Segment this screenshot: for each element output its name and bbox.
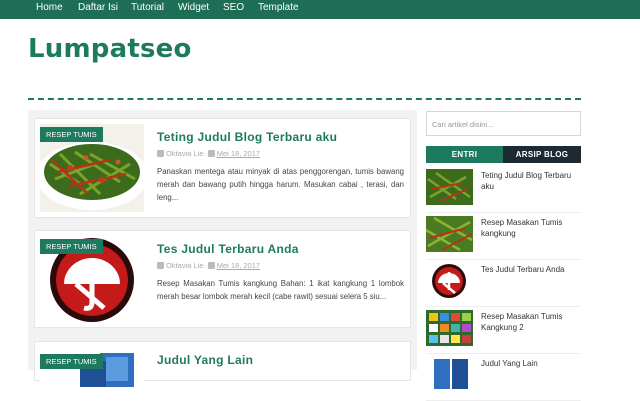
post-list: RESEP TUMIS Teting Judul Blog Terbaru ak… — [28, 110, 417, 387]
sidebar-post-item[interactable]: Tes Judul Terbaru Anda — [426, 263, 581, 307]
red-antivirus-logo-image — [426, 263, 473, 299]
nav-item-home[interactable]: Home — [36, 2, 63, 13]
sidebar-post-item[interactable]: Resep Masakan Tumis Kangkung 2 — [426, 310, 581, 354]
sidebar-thumbnail[interactable] — [426, 169, 473, 205]
post-snippet: Resep Masakan Tumis kangkung Bahan: 1 ik… — [157, 279, 404, 301]
sidebar-post-title[interactable]: Judul Yang Lain — [481, 358, 581, 369]
nav-item-widget[interactable]: Widget — [178, 2, 209, 13]
tab-arsip-blog[interactable]: ARSIP BLOG — [503, 146, 581, 163]
sidebar-thumbnail[interactable] — [426, 357, 473, 393]
post-author[interactable]: Oktavia Lie — [166, 261, 204, 270]
blue-boxes-image — [426, 357, 473, 393]
sidebar-post-title[interactable]: Teting Judul Blog Terbaru aku — [481, 170, 581, 192]
nav-item-daftar-isi[interactable]: Daftar Isi — [78, 2, 118, 13]
post-title[interactable]: Tes Judul Terbaru Anda — [157, 242, 299, 256]
user-icon — [157, 262, 164, 269]
category-label[interactable]: RESEP TUMIS — [40, 239, 103, 254]
user-icon — [157, 150, 164, 157]
post-snippet: Panaskan mentega atau minyak di atas pen… — [157, 167, 404, 202]
nav-item-seo[interactable]: SEO — [223, 2, 244, 13]
post-card: RESEP TUMIS Tes Judul Terbaru Anda Oktav… — [34, 230, 411, 328]
tab-entri[interactable]: ENTRI — [426, 146, 503, 163]
nav-item-template[interactable]: Template — [258, 2, 299, 13]
sidebar-post-title[interactable]: Resep Masakan Tumis Kangkung 2 — [481, 311, 581, 333]
category-label[interactable]: RESEP TUMIS — [40, 127, 103, 142]
blog-title[interactable]: Lumpatseo — [28, 34, 192, 64]
sidebar-post-title[interactable]: Resep Masakan Tumis kangkung — [481, 217, 581, 239]
sidebar-thumbnail[interactable] — [426, 216, 473, 252]
header-divider — [28, 98, 581, 100]
sidebar-post-item[interactable]: Resep Masakan Tumis kangkung — [426, 216, 581, 260]
category-label[interactable]: RESEP TUMIS — [40, 354, 103, 369]
calendar-icon — [207, 150, 215, 157]
post-card: RESEP TUMIS Judul Yang Lain — [34, 341, 411, 387]
post-meta: Oktavia Lie Mei 18, 2017 — [157, 149, 260, 158]
sidebar-thumbnail[interactable] — [426, 263, 473, 299]
post-card: RESEP TUMIS Teting Judul Blog Terbaru ak… — [34, 118, 411, 218]
sidebar-post-item[interactable]: Judul Yang Lain — [426, 357, 581, 401]
sidebar-post-title[interactable]: Tes Judul Terbaru Anda — [481, 264, 581, 275]
app-icons-screen-image — [426, 310, 473, 346]
post-date[interactable]: Mei 18, 2017 — [217, 261, 260, 270]
post-meta: Oktavia Lie Mei 18, 2017 — [157, 261, 260, 270]
calendar-icon — [207, 262, 215, 269]
post-date[interactable]: Mei 18, 2017 — [217, 149, 260, 158]
post-title[interactable]: Teting Judul Blog Terbaru aku — [157, 130, 337, 144]
top-navigation: Home Daftar Isi Tutorial Widget SEO Temp… — [0, 0, 640, 19]
post-author[interactable]: Oktavia Lie — [166, 149, 204, 158]
sidebar-post-item[interactable]: Teting Judul Blog Terbaru aku — [426, 169, 581, 213]
stir-fried-kangkung-image — [426, 169, 473, 205]
sidebar-thumbnail[interactable] — [426, 310, 473, 346]
search-input[interactable]: Cari artikel disini... — [426, 111, 581, 136]
nav-item-tutorial[interactable]: Tutorial — [131, 2, 164, 13]
stir-fried-kangkung-image — [426, 216, 473, 252]
